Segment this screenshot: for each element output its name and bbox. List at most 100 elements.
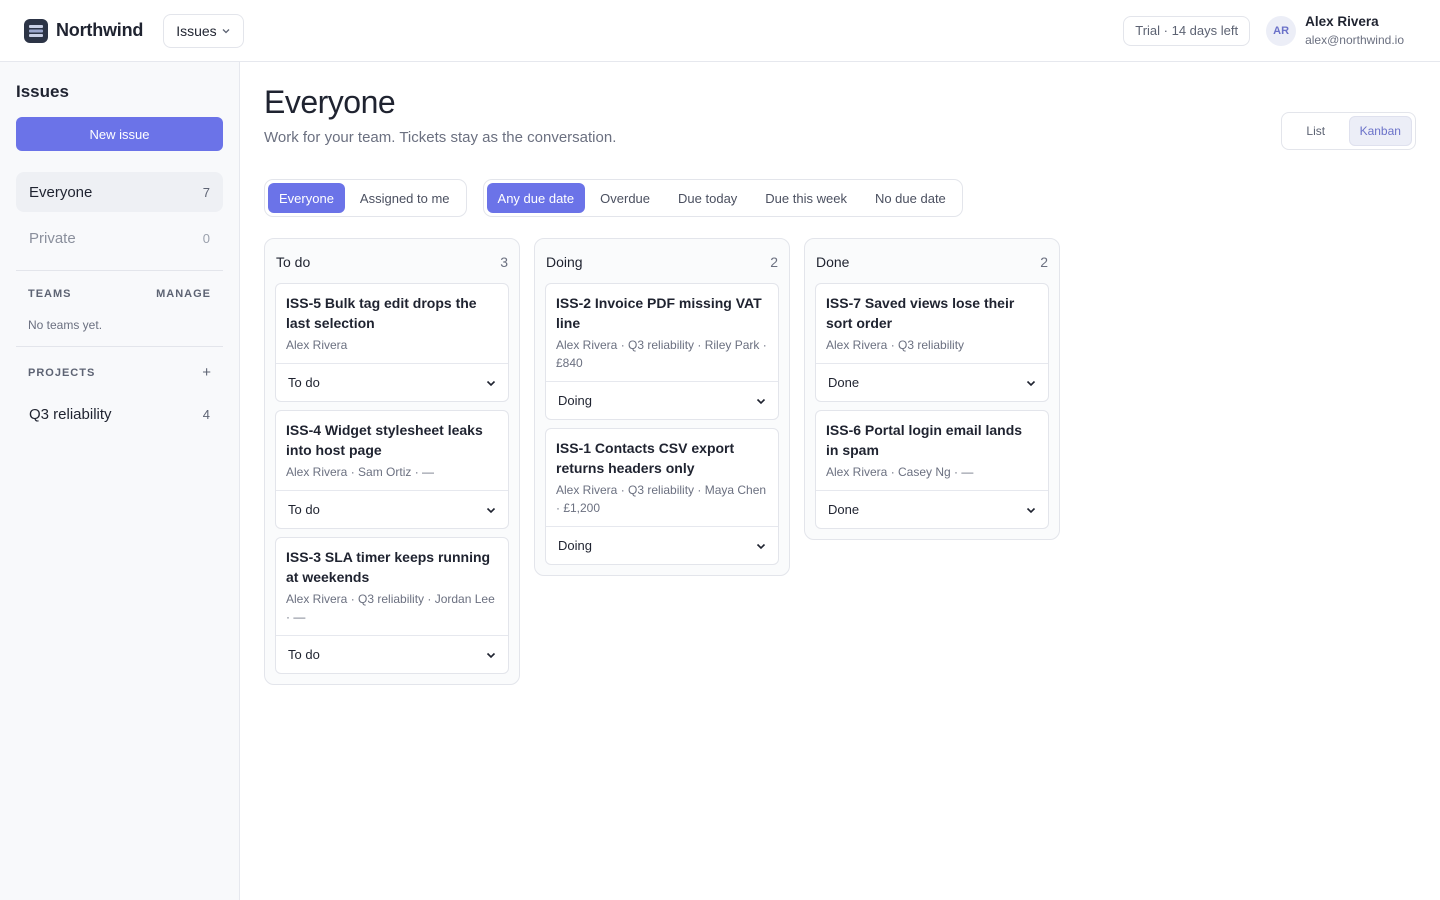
column-name: Doing — [546, 254, 583, 270]
projects-heading: PROJECTS — [28, 366, 96, 379]
issue-meta: Alex Rivera · Sam Ortiz · — — [286, 465, 435, 479]
status-value: To do — [288, 647, 320, 662]
sidebar-item-count: 0 — [202, 230, 210, 246]
filter-everyone[interactable]: Everyone — [268, 183, 345, 213]
brand[interactable]: Northwind — [24, 18, 144, 43]
chevron-down-icon — [221, 23, 231, 39]
issue-card[interactable]: ISS-3 SLA timer keeps running at weekend… — [275, 537, 509, 674]
status-select[interactable]: To do — [276, 363, 508, 401]
column-done: Done 2 ISS-7 Saved views lose their sort… — [804, 238, 1060, 540]
filter-due-this-week[interactable]: Due this week — [752, 183, 860, 213]
chevron-down-icon — [755, 540, 767, 552]
status-value: Doing — [558, 393, 592, 408]
avatar[interactable]: AR — [1266, 15, 1297, 46]
status-select[interactable]: To do — [276, 635, 508, 673]
issue-meta: Alex Rivera · Q3 reliability · Riley Par… — [556, 338, 767, 370]
sidebar-item-private[interactable]: Private 0 — [16, 218, 223, 258]
trial-label: Trial · 14 days left — [1135, 23, 1239, 38]
user-info[interactable]: Alex Rivera alex@northwind.io — [1305, 13, 1416, 47]
trial-badge[interactable]: Trial · 14 days left — [1123, 15, 1251, 46]
column-count: 2 — [1040, 254, 1048, 270]
sidebar-item-label: Everyone — [29, 183, 93, 201]
view-list-button[interactable]: List — [1285, 116, 1347, 146]
issue-title[interactable]: ISS-3 SLA timer keeps running at weekend… — [286, 547, 498, 587]
app-switcher-label: Issues — [176, 22, 217, 39]
column-header: Done 2 — [815, 249, 1049, 275]
column-count: 2 — [770, 254, 778, 270]
column-name: To do — [276, 254, 311, 270]
sidebar-nav: Everyone 7 Private 0 — [16, 172, 223, 258]
issue-meta: Alex Rivera · Q3 reliability — [826, 338, 965, 352]
issue-title[interactable]: ISS-5 Bulk tag edit drops the last selec… — [286, 293, 498, 333]
issue-card[interactable]: ISS-6 Portal login email lands in spam A… — [815, 410, 1049, 529]
status-select[interactable]: Doing — [546, 526, 778, 564]
issue-meta: Alex Rivera · Casey Ng · — — [826, 465, 974, 479]
chevron-down-icon — [485, 649, 497, 661]
chevron-down-icon — [1025, 377, 1037, 389]
manage-teams-link[interactable]: MANAGE — [156, 288, 211, 300]
brand-name: Northwind — [56, 20, 144, 40]
teams-empty-note: No teams yet. — [28, 318, 103, 332]
divider — [16, 270, 223, 271]
sidebar: Issues New issue Everyone 7 Private 0 TE… — [0, 62, 240, 900]
column-header: Doing 2 — [545, 249, 779, 275]
top-bar: Northwind Issues Trial · 14 days left AR… — [0, 0, 1440, 62]
status-value: Doing — [558, 538, 592, 553]
projects-section-header: PROJECTS + — [16, 359, 223, 381]
filter-assigned-to-me[interactable]: Assigned to me — [347, 183, 463, 213]
issue-meta: Alex Rivera · Q3 reliability · Maya Chen… — [556, 483, 767, 515]
divider — [16, 346, 223, 347]
sidebar-title: Issues — [16, 82, 69, 101]
sidebar-item-q3-reliability[interactable]: Q3 reliability 4 — [16, 394, 223, 434]
new-issue-button[interactable]: New issue — [16, 117, 223, 151]
filter-no-due-date[interactable]: No due date — [862, 183, 959, 213]
status-select[interactable]: Done — [816, 363, 1048, 401]
issue-card[interactable]: ISS-4 Widget stylesheet leaks into host … — [275, 410, 509, 529]
chevron-down-icon — [1025, 504, 1037, 516]
status-value: Done — [828, 375, 860, 390]
app-switcher[interactable]: Issues — [163, 13, 244, 48]
user-email: alex@northwind.io — [1305, 32, 1404, 47]
sidebar-item-everyone[interactable]: Everyone 7 — [16, 172, 223, 212]
column-to-do: To do 3 ISS-5 Bulk tag edit drops the la… — [264, 238, 520, 685]
stack-logo-icon — [24, 18, 48, 43]
view-kanban-button[interactable]: Kanban — [1348, 116, 1412, 146]
issue-title[interactable]: ISS-7 Saved views lose their sort order — [826, 293, 1038, 333]
filter-overdue[interactable]: Overdue — [587, 183, 663, 213]
chevron-down-icon — [755, 395, 767, 407]
filter-bar: Everyone Assigned to me Any due date Ove… — [264, 179, 963, 217]
issue-title[interactable]: ISS-6 Portal login email lands in spam — [826, 420, 1038, 460]
issue-meta: Alex Rivera · Q3 reliability · Jordan Le… — [286, 592, 495, 624]
column-name: Done — [816, 254, 850, 270]
kanban-board: To do 3 ISS-5 Bulk tag edit drops the la… — [264, 238, 1060, 685]
filter-any-due-date[interactable]: Any due date — [486, 183, 586, 213]
status-select[interactable]: Done — [816, 490, 1048, 528]
teams-section-header: TEAMS MANAGE — [16, 283, 223, 300]
sidebar-item-label: Private — [29, 229, 76, 247]
issue-meta: Alex Rivera — [286, 338, 348, 352]
plus-icon[interactable]: + — [202, 364, 211, 381]
issue-title[interactable]: ISS-2 Invoice PDF missing VAT line — [556, 293, 768, 333]
status-select[interactable]: Doing — [546, 381, 778, 419]
issue-card[interactable]: ISS-2 Invoice PDF missing VAT line Alex … — [545, 283, 779, 420]
issue-title[interactable]: ISS-1 Contacts CSV export returns header… — [556, 438, 768, 478]
user-name: Alex Rivera — [1305, 14, 1379, 30]
page-title: Everyone — [264, 84, 396, 120]
column-header: To do 3 — [275, 249, 509, 275]
filter-due-today[interactable]: Due today — [665, 183, 750, 213]
issue-card[interactable]: ISS-1 Contacts CSV export returns header… — [545, 428, 779, 565]
status-value: Done — [828, 502, 860, 517]
column-doing: Doing 2 ISS-2 Invoice PDF missing VAT li… — [534, 238, 790, 576]
issue-card[interactable]: ISS-5 Bulk tag edit drops the last selec… — [275, 283, 509, 402]
chevron-down-icon — [485, 504, 497, 516]
main-content: Everyone Work for your team. Tickets sta… — [264, 62, 1416, 900]
sidebar-item-label: Q3 reliability — [29, 405, 112, 423]
status-value: To do — [288, 375, 320, 390]
issue-card[interactable]: ISS-7 Saved views lose their sort order … — [815, 283, 1049, 402]
status-select[interactable]: To do — [276, 490, 508, 528]
issue-title[interactable]: ISS-4 Widget stylesheet leaks into host … — [286, 420, 498, 460]
column-count: 3 — [500, 254, 508, 270]
sidebar-item-count: 4 — [202, 406, 210, 422]
teams-heading: TEAMS — [28, 288, 72, 300]
chevron-down-icon — [485, 377, 497, 389]
